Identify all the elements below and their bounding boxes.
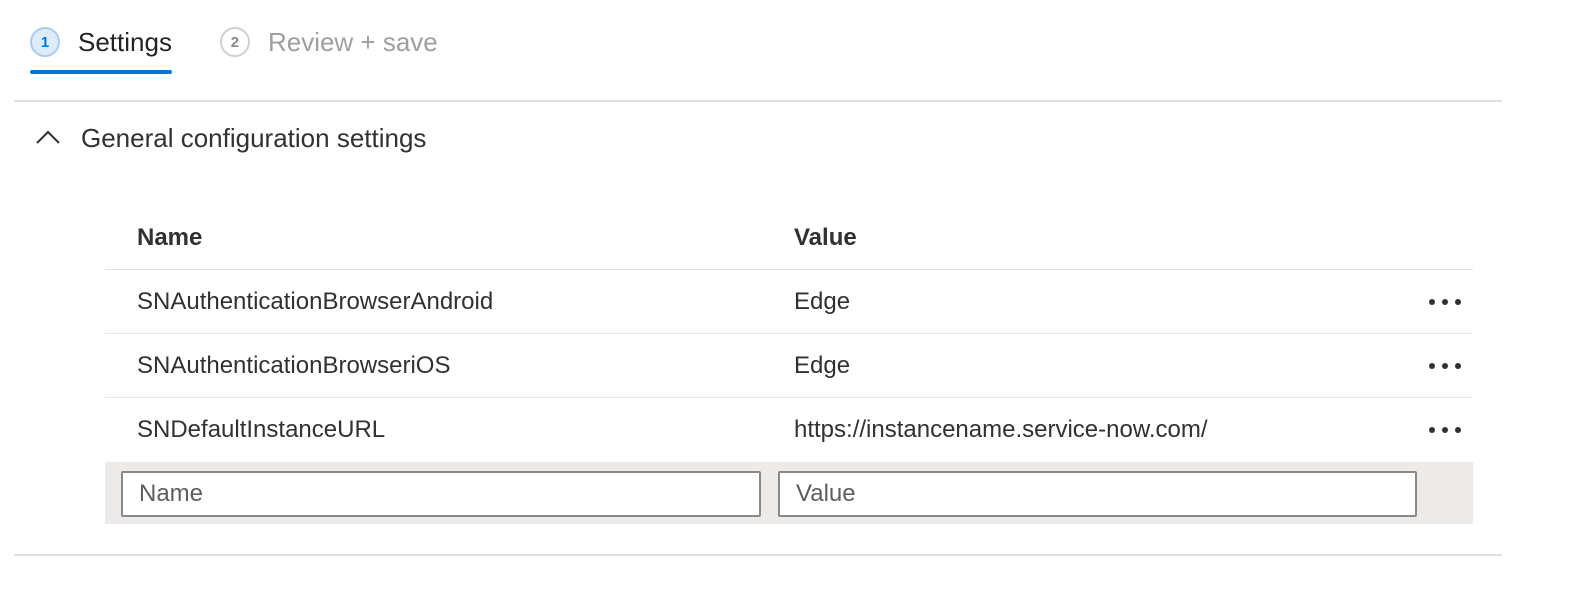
top-divider — [14, 100, 1502, 102]
section-title: General configuration settings — [81, 122, 427, 153]
setting-value-cell: Edge — [794, 287, 851, 315]
step-number-badge: 2 — [219, 27, 250, 57]
column-header-name: Name — [137, 223, 203, 251]
new-setting-name-input[interactable] — [121, 471, 761, 517]
config-settings-table: Name Value SNAuthenticationBrowserAndroi… — [105, 206, 1473, 524]
more-horizontal-icon[interactable] — [1425, 351, 1465, 381]
table-row[interactable]: SNAuthenticationBrowserAndroid Edge — [105, 270, 1473, 334]
tab-settings[interactable]: 1 Settings — [30, 22, 172, 74]
new-setting-row — [105, 462, 1473, 524]
new-setting-value-input[interactable] — [778, 471, 1417, 517]
section-toggle[interactable]: General configuration settings — [30, 118, 426, 158]
wizard-steps: 1 Settings 2 Review + save — [30, 22, 438, 78]
setting-name-cell: SNAuthenticationBrowserAndroid — [137, 287, 494, 315]
tab-review-save[interactable]: 2 Review + save — [219, 22, 438, 62]
table-row[interactable]: SNAuthenticationBrowseriOS Edge — [105, 334, 1473, 398]
setting-value-cell: Edge — [794, 351, 851, 379]
table-header-row: Name Value — [105, 206, 1473, 270]
setting-value-cell: https://instancename.service-now.com/ — [794, 416, 1208, 443]
more-horizontal-icon[interactable] — [1425, 415, 1465, 445]
step-number-badge: 1 — [30, 27, 60, 57]
bottom-divider — [14, 554, 1502, 556]
tab-label: Settings — [78, 27, 172, 57]
table-row[interactable]: SNDefaultInstanceURL https://instancenam… — [105, 398, 1473, 462]
chevron-up-icon[interactable] — [30, 120, 66, 156]
more-horizontal-icon[interactable] — [1425, 287, 1465, 317]
column-header-value: Value — [794, 223, 857, 251]
tab-label: Review + save — [267, 27, 438, 57]
setting-name-cell: SNDefaultInstanceURL — [137, 416, 386, 443]
setting-name-cell: SNAuthenticationBrowseriOS — [137, 351, 451, 379]
